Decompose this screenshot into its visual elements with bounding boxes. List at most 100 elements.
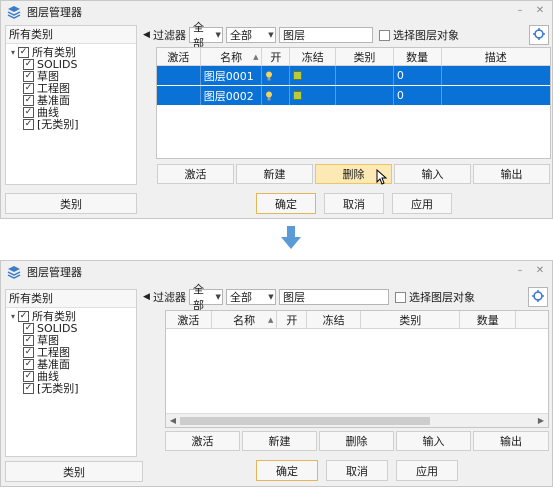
- cell-frozen[interactable]: [290, 86, 337, 105]
- checkbox-checked-icon[interactable]: ✓: [23, 382, 34, 394]
- filter-search-input[interactable]: 图层: [279, 27, 373, 43]
- checkbox-checked-icon[interactable]: ✓: [23, 94, 34, 106]
- collapse-panel-left-icon[interactable]: ◀: [143, 292, 153, 302]
- column-description[interactable]: 描述: [442, 48, 550, 65]
- checkbox-checked-icon[interactable]: ✓: [23, 118, 34, 130]
- column-name[interactable]: 名称 ▲: [212, 311, 278, 328]
- category-tree-header: 所有类别: [6, 26, 136, 44]
- select-layer-objects-label: 选择图层对象: [409, 291, 475, 304]
- minimize-button[interactable]: –: [514, 5, 526, 17]
- tree-item-datum-plane[interactable]: ✓ 基准面: [8, 358, 134, 371]
- tree-collapse-icon[interactable]: ▾: [8, 312, 18, 321]
- tree-item-solids[interactable]: ✓ SOLIDS: [8, 58, 134, 71]
- tree-item-all[interactable]: ▾ ✓ 所有类别: [8, 46, 134, 59]
- collapse-panel-left-icon[interactable]: ◀: [143, 30, 153, 40]
- title-bar: 图层管理器 – ✕: [1, 1, 552, 23]
- select-layer-objects-option[interactable]: 选择图层对象: [379, 27, 459, 43]
- tree-item-datum-plane[interactable]: ✓ 基准面: [8, 94, 134, 107]
- filter-type-dropdown[interactable]: 全部 ▼: [226, 27, 276, 43]
- tree-item-all[interactable]: ▾ ✓ 所有类别: [8, 310, 134, 323]
- cancel-button[interactable]: 取消: [324, 193, 384, 214]
- checkbox-checked-icon[interactable]: ✓: [18, 310, 29, 322]
- column-on[interactable]: 开: [262, 48, 291, 65]
- filter-label: 过滤器: [153, 29, 186, 42]
- apply-button[interactable]: 应用: [392, 193, 452, 214]
- scroll-right-icon[interactable]: ▶: [534, 416, 548, 425]
- activate-button[interactable]: 激活: [165, 431, 240, 451]
- checkbox-checked-icon[interactable]: ✓: [23, 106, 34, 118]
- checkbox-checked-icon[interactable]: ✓: [23, 334, 34, 346]
- column-active[interactable]: 激活: [166, 311, 212, 328]
- category-button[interactable]: 类别: [5, 193, 137, 214]
- scroll-left-icon[interactable]: ◀: [166, 416, 180, 425]
- column-frozen[interactable]: 冻结: [290, 48, 337, 65]
- column-name[interactable]: 名称 ▲: [201, 48, 263, 65]
- table-row[interactable]: 图层0002 0: [157, 86, 550, 106]
- checkbox-checked-icon[interactable]: ✓: [23, 82, 34, 94]
- close-button[interactable]: ✕: [534, 265, 546, 277]
- filter-scope-dropdown[interactable]: 全部 ▼: [189, 283, 223, 312]
- cell-active: [157, 86, 201, 105]
- tree-collapse-icon[interactable]: ▾: [8, 48, 18, 57]
- horizontal-scrollbar[interactable]: ◀ ▶: [166, 413, 548, 427]
- tree-item-drawing[interactable]: ✓ 工程图: [8, 82, 134, 95]
- import-button[interactable]: 输入: [396, 431, 471, 451]
- category-button[interactable]: 类别: [5, 461, 143, 482]
- tree-item-sketch[interactable]: ✓ 草图: [8, 70, 134, 83]
- tree-item-uncategorized[interactable]: ✓ [无类别]: [8, 382, 134, 395]
- ok-button[interactable]: 确定: [256, 193, 316, 214]
- apply-button[interactable]: 应用: [396, 460, 458, 481]
- filter-scope-dropdown[interactable]: 全部 ▼: [189, 21, 223, 50]
- column-category[interactable]: 类别: [361, 311, 461, 328]
- checkbox-checked-icon[interactable]: ✓: [23, 322, 34, 334]
- settings-button[interactable]: [528, 287, 548, 307]
- ok-button[interactable]: 确定: [256, 460, 318, 481]
- tree-item-solids[interactable]: ✓ SOLIDS: [8, 322, 134, 335]
- cancel-button[interactable]: 取消: [326, 460, 388, 481]
- checkbox-unchecked-icon[interactable]: [395, 291, 406, 303]
- delete-button[interactable]: 删除: [319, 431, 394, 451]
- column-count[interactable]: 数量: [394, 48, 442, 65]
- checkbox-unchecked-icon[interactable]: [379, 29, 390, 41]
- tree-item-uncategorized[interactable]: ✓ [无类别]: [8, 118, 134, 131]
- target-settings-icon: [532, 289, 544, 305]
- export-button[interactable]: 输出: [473, 431, 549, 451]
- cell-on[interactable]: [262, 86, 291, 105]
- tree-item-sketch[interactable]: ✓ 草图: [8, 334, 134, 347]
- export-button[interactable]: 输出: [473, 164, 550, 184]
- close-button[interactable]: ✕: [534, 5, 546, 17]
- tree-item-drawing[interactable]: ✓ 工程图: [8, 346, 134, 359]
- window-title: 图层管理器: [27, 266, 82, 279]
- layer-manager-app-icon: [7, 265, 21, 279]
- column-on[interactable]: 开: [277, 311, 308, 328]
- import-button[interactable]: 输入: [394, 164, 471, 184]
- category-tree-panel: 所有类别 ▾ ✓ 所有类别 ✓ SOLIDS ✓ 草图 ✓ 工程图 ✓ 基准面: [5, 289, 137, 457]
- new-layer-button[interactable]: 新建: [242, 431, 317, 451]
- select-layer-objects-option[interactable]: 选择图层对象: [395, 289, 475, 305]
- scrollbar-thumb[interactable]: [180, 416, 430, 425]
- filter-search-input[interactable]: 图层: [279, 289, 389, 305]
- cell-count: 0: [394, 86, 442, 105]
- transition-down-arrow-icon: [281, 226, 301, 249]
- cell-on[interactable]: [262, 66, 291, 85]
- column-count[interactable]: 数量: [460, 311, 517, 328]
- new-layer-button[interactable]: 新建: [236, 164, 313, 184]
- minimize-button[interactable]: –: [514, 265, 526, 277]
- checkbox-checked-icon[interactable]: ✓: [18, 46, 29, 58]
- checkbox-checked-icon[interactable]: ✓: [23, 346, 34, 358]
- checkbox-checked-icon[interactable]: ✓: [23, 70, 34, 82]
- column-category[interactable]: 类别: [336, 48, 394, 65]
- checkbox-checked-icon[interactable]: ✓: [23, 370, 34, 382]
- activate-button[interactable]: 激活: [157, 164, 234, 184]
- cell-count: 0: [394, 66, 442, 85]
- sort-asc-icon: ▲: [253, 52, 259, 61]
- layer-table: 激活 名称 ▲ 开 冻结 类别 数量 描述 图层0001 0 图层0002 0: [156, 47, 551, 159]
- settings-button[interactable]: [529, 25, 549, 45]
- checkbox-checked-icon[interactable]: ✓: [23, 358, 34, 370]
- filter-type-dropdown[interactable]: 全部 ▼: [226, 289, 276, 305]
- column-frozen[interactable]: 冻结: [307, 311, 361, 328]
- table-row[interactable]: 图层0001 0: [157, 66, 550, 86]
- column-active[interactable]: 激活: [157, 48, 201, 65]
- cell-frozen[interactable]: [290, 66, 337, 85]
- checkbox-checked-icon[interactable]: ✓: [23, 58, 34, 70]
